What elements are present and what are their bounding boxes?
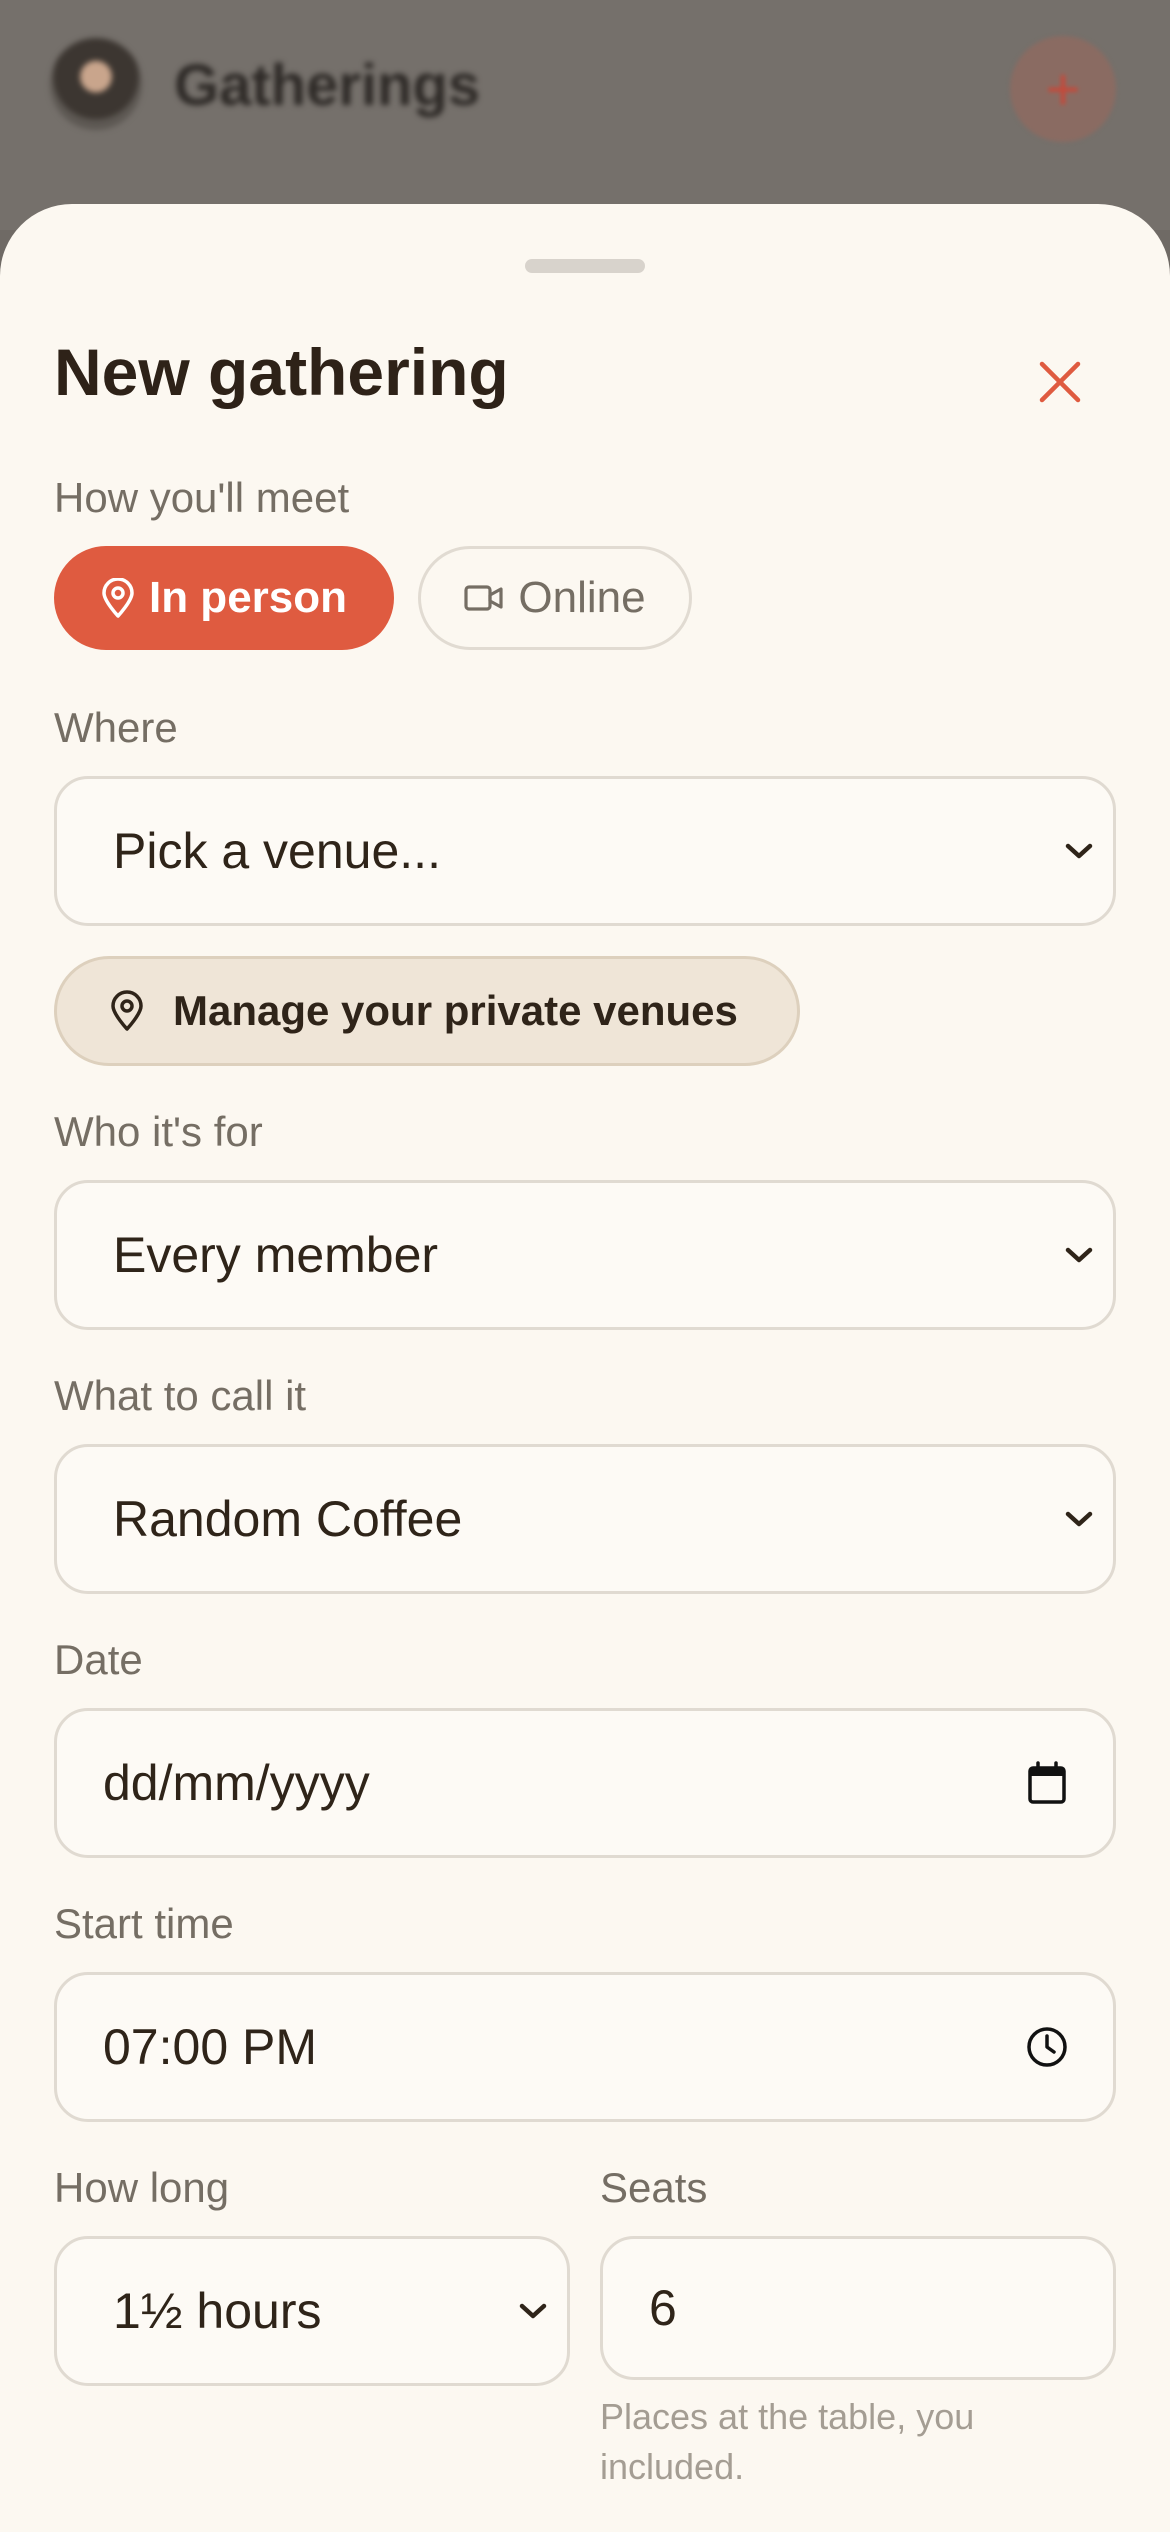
- online-option[interactable]: Online: [418, 546, 692, 650]
- audience-select[interactable]: Every member: [54, 1180, 1116, 1330]
- start-time-value: 07:00 PM: [103, 2019, 318, 2075]
- date-label: Date: [54, 1636, 143, 1683]
- sheet-title: New gathering: [54, 335, 509, 409]
- chevron-down-icon: [1049, 1509, 1109, 1529]
- gathering-name-select[interactable]: Random Coffee: [54, 1444, 1116, 1594]
- venue-select[interactable]: Pick a venue...: [54, 776, 1116, 926]
- name-label: What to call it: [54, 1372, 307, 1419]
- chevron-down-icon: [1049, 841, 1109, 861]
- online-label: Online: [518, 573, 646, 622]
- manage-private-venues-button[interactable]: Manage your private venues: [54, 956, 800, 1066]
- gathering-name-value: Random Coffee: [113, 1491, 463, 1547]
- close-icon: [1039, 361, 1081, 403]
- date-input-value: dd/mm/yyyy: [103, 1755, 370, 1811]
- venue-select-value: Pick a venue...: [113, 823, 441, 879]
- chevron-down-icon: [1049, 1245, 1109, 1265]
- duration-select-value: 1½ hours: [113, 2283, 322, 2339]
- seats-input[interactable]: 6: [600, 2236, 1116, 2380]
- add-gathering-button: +: [1010, 36, 1116, 142]
- duration-label: How long: [54, 2164, 230, 2211]
- video-camera-icon: [464, 585, 504, 611]
- start-time-input[interactable]: 07:00 PM: [54, 1972, 1116, 2122]
- map-pin-icon: [109, 990, 145, 1032]
- seats-label: Seats: [600, 2164, 708, 2211]
- new-gathering-sheet: New gathering How you'll meet In person …: [0, 204, 1170, 2532]
- avatar: [50, 38, 142, 130]
- seats-input-value: 6: [649, 2280, 677, 2336]
- meeting-mode-label: How you'll meet: [54, 474, 350, 521]
- duration-select[interactable]: 1½ hours: [54, 2236, 570, 2386]
- in-person-option[interactable]: In person: [54, 546, 394, 650]
- audience-select-value: Every member: [113, 1227, 439, 1283]
- manage-private-venues-label: Manage your private venues: [173, 987, 738, 1034]
- where-label: Where: [54, 704, 178, 751]
- map-pin-icon: [102, 578, 134, 618]
- background-app-title: Gatherings: [174, 53, 481, 118]
- audience-label: Who it's for: [54, 1108, 263, 1155]
- start-time-label: Start time: [54, 1900, 234, 1947]
- in-person-label: In person: [148, 573, 348, 622]
- background-app-header: Gatherings +: [0, 0, 1170, 230]
- date-input[interactable]: dd/mm/yyyy: [54, 1708, 1116, 1858]
- calendar-icon[interactable]: [1007, 1761, 1087, 1805]
- seats-hint: Places at the table, you included.: [600, 2396, 975, 2487]
- close-button[interactable]: [1020, 342, 1100, 422]
- sheet-grabber-handle[interactable]: [525, 259, 645, 273]
- clock-icon[interactable]: [1007, 2025, 1087, 2069]
- chevron-down-icon: [503, 2301, 563, 2321]
